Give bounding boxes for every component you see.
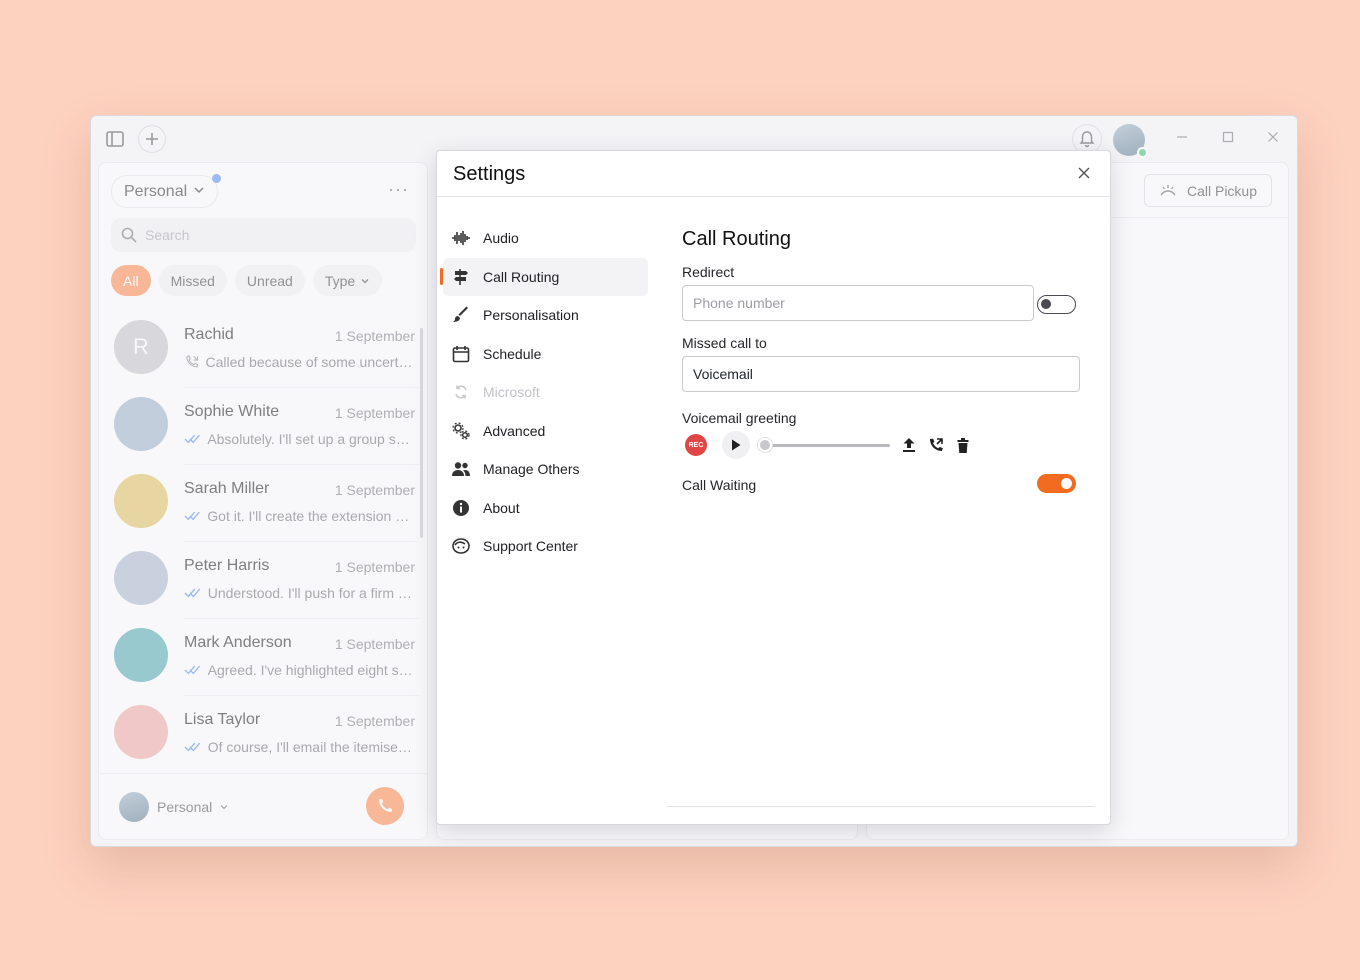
section-heading: Call Routing: [682, 228, 791, 250]
nav-label: Microsoft: [483, 384, 540, 401]
nav-label: Call Routing: [483, 268, 560, 285]
calendar-icon: [451, 344, 471, 364]
close-icon[interactable]: [1074, 163, 1094, 183]
record-label: REC: [688, 441, 704, 449]
redirect-toggle[interactable]: [1037, 295, 1076, 314]
nav-label: Advanced: [483, 422, 546, 439]
delete-icon[interactable]: [954, 436, 972, 454]
play-icon: [732, 439, 741, 451]
play-button[interactable]: [722, 431, 750, 459]
phone-number-field[interactable]: [682, 285, 1034, 321]
playback-thumb[interactable]: [758, 438, 772, 452]
missed-call-select[interactable]: Voicemail: [682, 356, 1080, 392]
redirect-label: Redirect: [682, 264, 735, 280]
missed-call-label: Missed call to: [682, 335, 767, 351]
audio-wave-icon: [451, 228, 471, 248]
info-icon: [451, 498, 471, 518]
nav-label: Manage Others: [483, 461, 580, 478]
nav-item-call-routing[interactable]: Call Routing: [440, 257, 648, 296]
nav-label: Audio: [483, 230, 519, 247]
gears-icon: [451, 421, 471, 441]
settings-nav: Audio Call Routing Personalisation Sched…: [440, 219, 648, 566]
voicemail-greeting-label: Voicemail greeting: [682, 410, 797, 426]
brush-icon: [451, 305, 471, 325]
nav-label: Support Center: [483, 538, 578, 555]
nav-label: Personalisation: [483, 307, 579, 324]
missed-call-value: Voicemail: [693, 366, 753, 382]
playback-track[interactable]: [764, 444, 890, 447]
settings-dialog: Settings Audio Call Routing Personalisat…: [436, 150, 1111, 825]
nav-item-manage-others[interactable]: Manage Others: [443, 450, 648, 489]
call-waiting-toggle[interactable]: [1037, 474, 1076, 493]
nav-item-about[interactable]: About: [443, 489, 648, 528]
people-icon: [451, 459, 471, 479]
signpost-icon: [451, 267, 471, 287]
nav-item-schedule[interactable]: Schedule: [443, 335, 648, 374]
sync-icon: [451, 382, 471, 402]
nav-label: Schedule: [483, 345, 542, 362]
nav-item-support-center[interactable]: Support Center: [443, 527, 648, 566]
nav-item-personalisation[interactable]: Personalisation: [443, 296, 648, 335]
call-waiting-label: Call Waiting: [682, 477, 757, 493]
app-window: Personal ··· All Missed Unread Type R Ra…: [90, 115, 1298, 847]
call-forward-icon[interactable]: [927, 436, 945, 454]
voicemail-player: REC: [682, 431, 982, 459]
nav-label: About: [483, 499, 520, 516]
record-button[interactable]: REC: [685, 434, 707, 456]
nav-item-microsoft[interactable]: Microsoft: [443, 373, 648, 412]
dialog-title: Settings: [453, 163, 526, 185]
nav-item-advanced[interactable]: Advanced: [443, 412, 648, 451]
phone-number-input[interactable]: [693, 295, 1013, 311]
upload-icon[interactable]: [900, 436, 918, 454]
nav-item-audio[interactable]: Audio: [443, 219, 648, 258]
support-icon: [451, 536, 471, 556]
